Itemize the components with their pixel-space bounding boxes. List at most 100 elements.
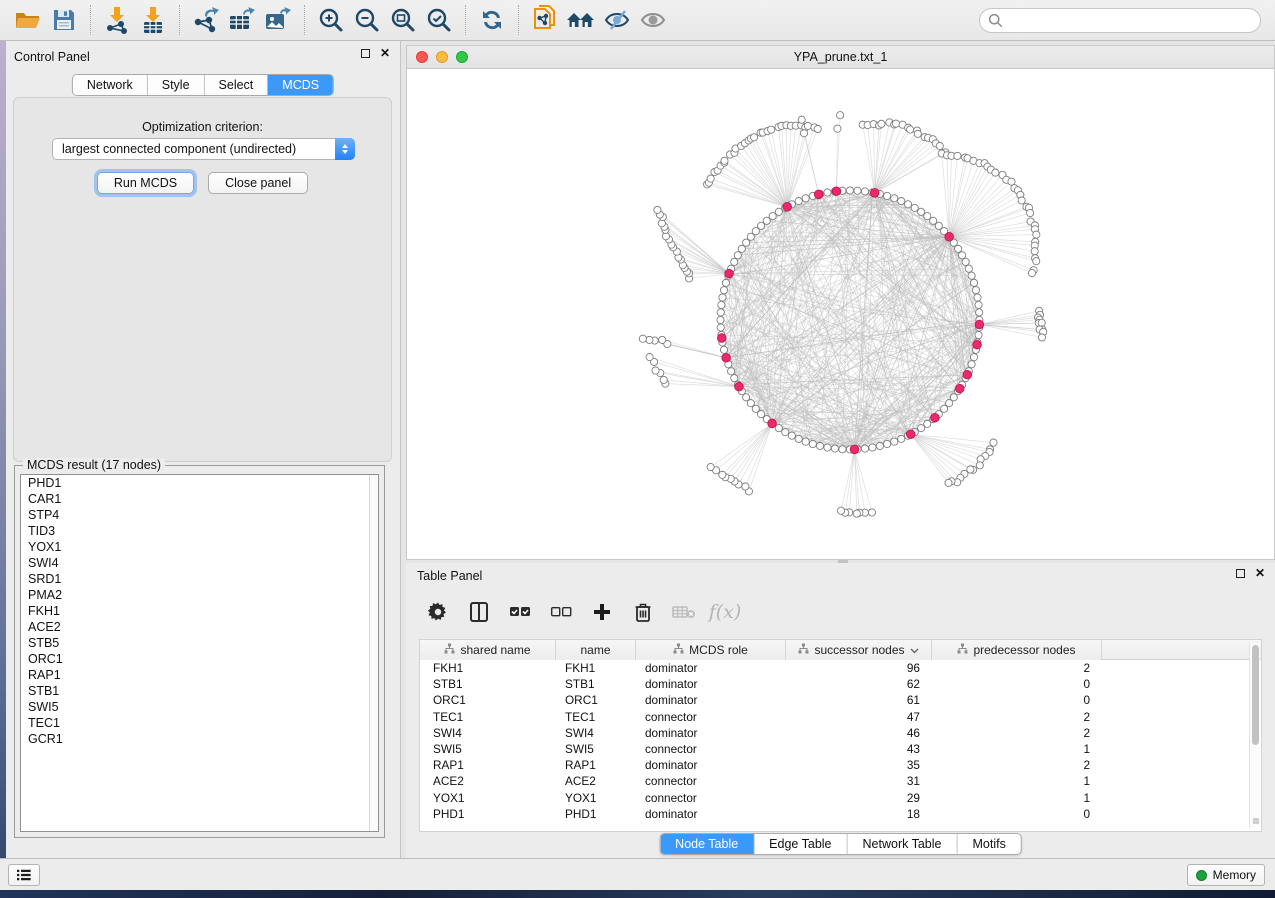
- tab-style[interactable]: Style: [148, 75, 205, 95]
- cell-name: TEC1: [556, 710, 636, 724]
- zoom-selected-icon[interactable]: [422, 3, 456, 37]
- cell-successor-nodes: 47: [786, 710, 932, 724]
- list-item[interactable]: ORC1: [21, 651, 378, 667]
- list-item[interactable]: ACE2: [21, 619, 378, 635]
- list-item[interactable]: SWI5: [21, 699, 378, 715]
- export-network-icon[interactable]: [189, 3, 223, 37]
- table-row[interactable]: YOX1YOX1connector291: [420, 790, 1261, 806]
- memory-button[interactable]: Memory: [1187, 864, 1265, 886]
- deselect-all-icon[interactable]: [549, 600, 573, 624]
- column-header-name[interactable]: name: [556, 640, 636, 660]
- memory-status-icon: [1196, 870, 1207, 881]
- mcds-list-scrollbar[interactable]: [369, 475, 378, 831]
- list-item[interactable]: SRD1: [21, 571, 378, 587]
- column-header-shared-name[interactable]: shared name: [420, 640, 556, 660]
- network-window: YPA_prune.txt_1: [406, 45, 1275, 560]
- import-table-icon[interactable]: [136, 3, 170, 37]
- cell-successor-nodes: 18: [786, 807, 932, 821]
- tab-mcds[interactable]: MCDS: [268, 75, 333, 95]
- tab-motifs[interactable]: Motifs: [957, 834, 1020, 854]
- settings-gear-icon[interactable]: [426, 600, 450, 624]
- list-item[interactable]: PHD1: [21, 475, 378, 491]
- cell-shared-name: STB1: [420, 677, 556, 691]
- criterion-select[interactable]: largest connected component (undirected): [52, 138, 355, 160]
- cell-predecessor-nodes: 2: [932, 726, 1102, 740]
- tab-edge-table[interactable]: Edge Table: [754, 834, 847, 854]
- table-row[interactable]: PHD1PHD1dominator180: [420, 806, 1261, 822]
- tab-network[interactable]: Network: [73, 75, 148, 95]
- cell-MCDS-role: dominator: [636, 807, 786, 821]
- close-table-panel-icon[interactable]: ✕: [1255, 569, 1265, 578]
- close-panel-button[interactable]: Close panel: [208, 172, 308, 194]
- list-item[interactable]: CAR1: [21, 491, 378, 507]
- table-row[interactable]: TEC1TEC1connector472: [420, 709, 1261, 725]
- minimize-window-icon[interactable]: [436, 51, 448, 63]
- export-image-icon[interactable]: [261, 3, 295, 37]
- delete-icon[interactable]: [631, 600, 655, 624]
- cell-successor-nodes: 46: [786, 726, 932, 740]
- table-row[interactable]: FKH1FKH1dominator962: [420, 660, 1261, 676]
- tab-select[interactable]: Select: [205, 75, 269, 95]
- add-icon[interactable]: [590, 600, 614, 624]
- network-window-titlebar[interactable]: YPA_prune.txt_1: [407, 46, 1274, 69]
- cell-MCDS-role: connector: [636, 791, 786, 805]
- network-file-icon[interactable]: [528, 3, 562, 37]
- zoom-in-icon[interactable]: [314, 3, 348, 37]
- list-item[interactable]: PMA2: [21, 587, 378, 603]
- zoom-out-icon[interactable]: [350, 3, 384, 37]
- column-header-MCDS-role[interactable]: MCDS role: [636, 640, 786, 660]
- import-network-icon[interactable]: [100, 3, 134, 37]
- hide-details-icon[interactable]: [600, 3, 634, 37]
- network-canvas[interactable]: [407, 69, 1274, 559]
- table-row[interactable]: SWI5SWI5connector431: [420, 741, 1261, 757]
- list-item[interactable]: YOX1: [21, 539, 378, 555]
- list-item[interactable]: TID3: [21, 523, 378, 539]
- mcds-result-list[interactable]: PHD1CAR1STP4TID3YOX1SWI4SRD1PMA2FKH1ACE2…: [20, 474, 379, 832]
- table-scrollbar-thumb[interactable]: [1252, 645, 1259, 745]
- close-window-icon[interactable]: [416, 51, 428, 63]
- maximize-window-icon[interactable]: [456, 51, 468, 63]
- select-all-icon[interactable]: [508, 600, 532, 624]
- column-header-successor-nodes[interactable]: successor nodes: [786, 640, 932, 660]
- list-item[interactable]: GCR1: [21, 731, 378, 747]
- cell-successor-nodes: 29: [786, 791, 932, 805]
- float-panel-icon[interactable]: [361, 49, 370, 58]
- zoom-fit-icon[interactable]: [386, 3, 420, 37]
- columns-icon[interactable]: [467, 600, 491, 624]
- table-row[interactable]: ORC1ORC1dominator610: [420, 692, 1261, 708]
- cell-MCDS-role: connector: [636, 742, 786, 756]
- table-row[interactable]: ACE2ACE2connector311: [420, 773, 1261, 789]
- run-mcds-button[interactable]: Run MCDS: [97, 172, 194, 194]
- search-input[interactable]: [1003, 14, 1243, 28]
- table-row[interactable]: STB1STB1dominator620: [420, 676, 1261, 692]
- table-row[interactable]: SWI4SWI4dominator462: [420, 725, 1261, 741]
- task-history-button[interactable]: [8, 864, 40, 886]
- tab-node-table[interactable]: Node Table: [660, 834, 754, 854]
- table-row[interactable]: RAP1RAP1dominator352: [420, 757, 1261, 773]
- save-session-icon[interactable]: [47, 3, 81, 37]
- list-item[interactable]: SWI4: [21, 555, 378, 571]
- list-item[interactable]: RAP1: [21, 667, 378, 683]
- hierarchy-icon: [673, 643, 684, 657]
- column-header-predecessor-nodes[interactable]: predecessor nodes: [932, 640, 1102, 660]
- home-icon[interactable]: [564, 3, 598, 37]
- show-details-icon[interactable]: [636, 3, 670, 37]
- float-table-panel-icon[interactable]: [1236, 569, 1245, 578]
- cell-name: YOX1: [556, 791, 636, 805]
- tab-network-table[interactable]: Network Table: [848, 834, 958, 854]
- list-item[interactable]: STP4: [21, 507, 378, 523]
- cell-name: ORC1: [556, 693, 636, 707]
- sort-icon: [910, 643, 919, 657]
- close-panel-icon[interactable]: ✕: [380, 49, 390, 58]
- search-box[interactable]: [979, 8, 1261, 33]
- refresh-icon[interactable]: [475, 3, 509, 37]
- cell-successor-nodes: 61: [786, 693, 932, 707]
- delete-column-icon: [672, 600, 696, 624]
- open-folder-icon[interactable]: [11, 3, 45, 37]
- list-item[interactable]: TEC1: [21, 715, 378, 731]
- export-table-icon[interactable]: [225, 3, 259, 37]
- table-scrollbar[interactable]: [1249, 643, 1260, 828]
- list-item[interactable]: FKH1: [21, 603, 378, 619]
- list-item[interactable]: STB1: [21, 683, 378, 699]
- list-item[interactable]: STB5: [21, 635, 378, 651]
